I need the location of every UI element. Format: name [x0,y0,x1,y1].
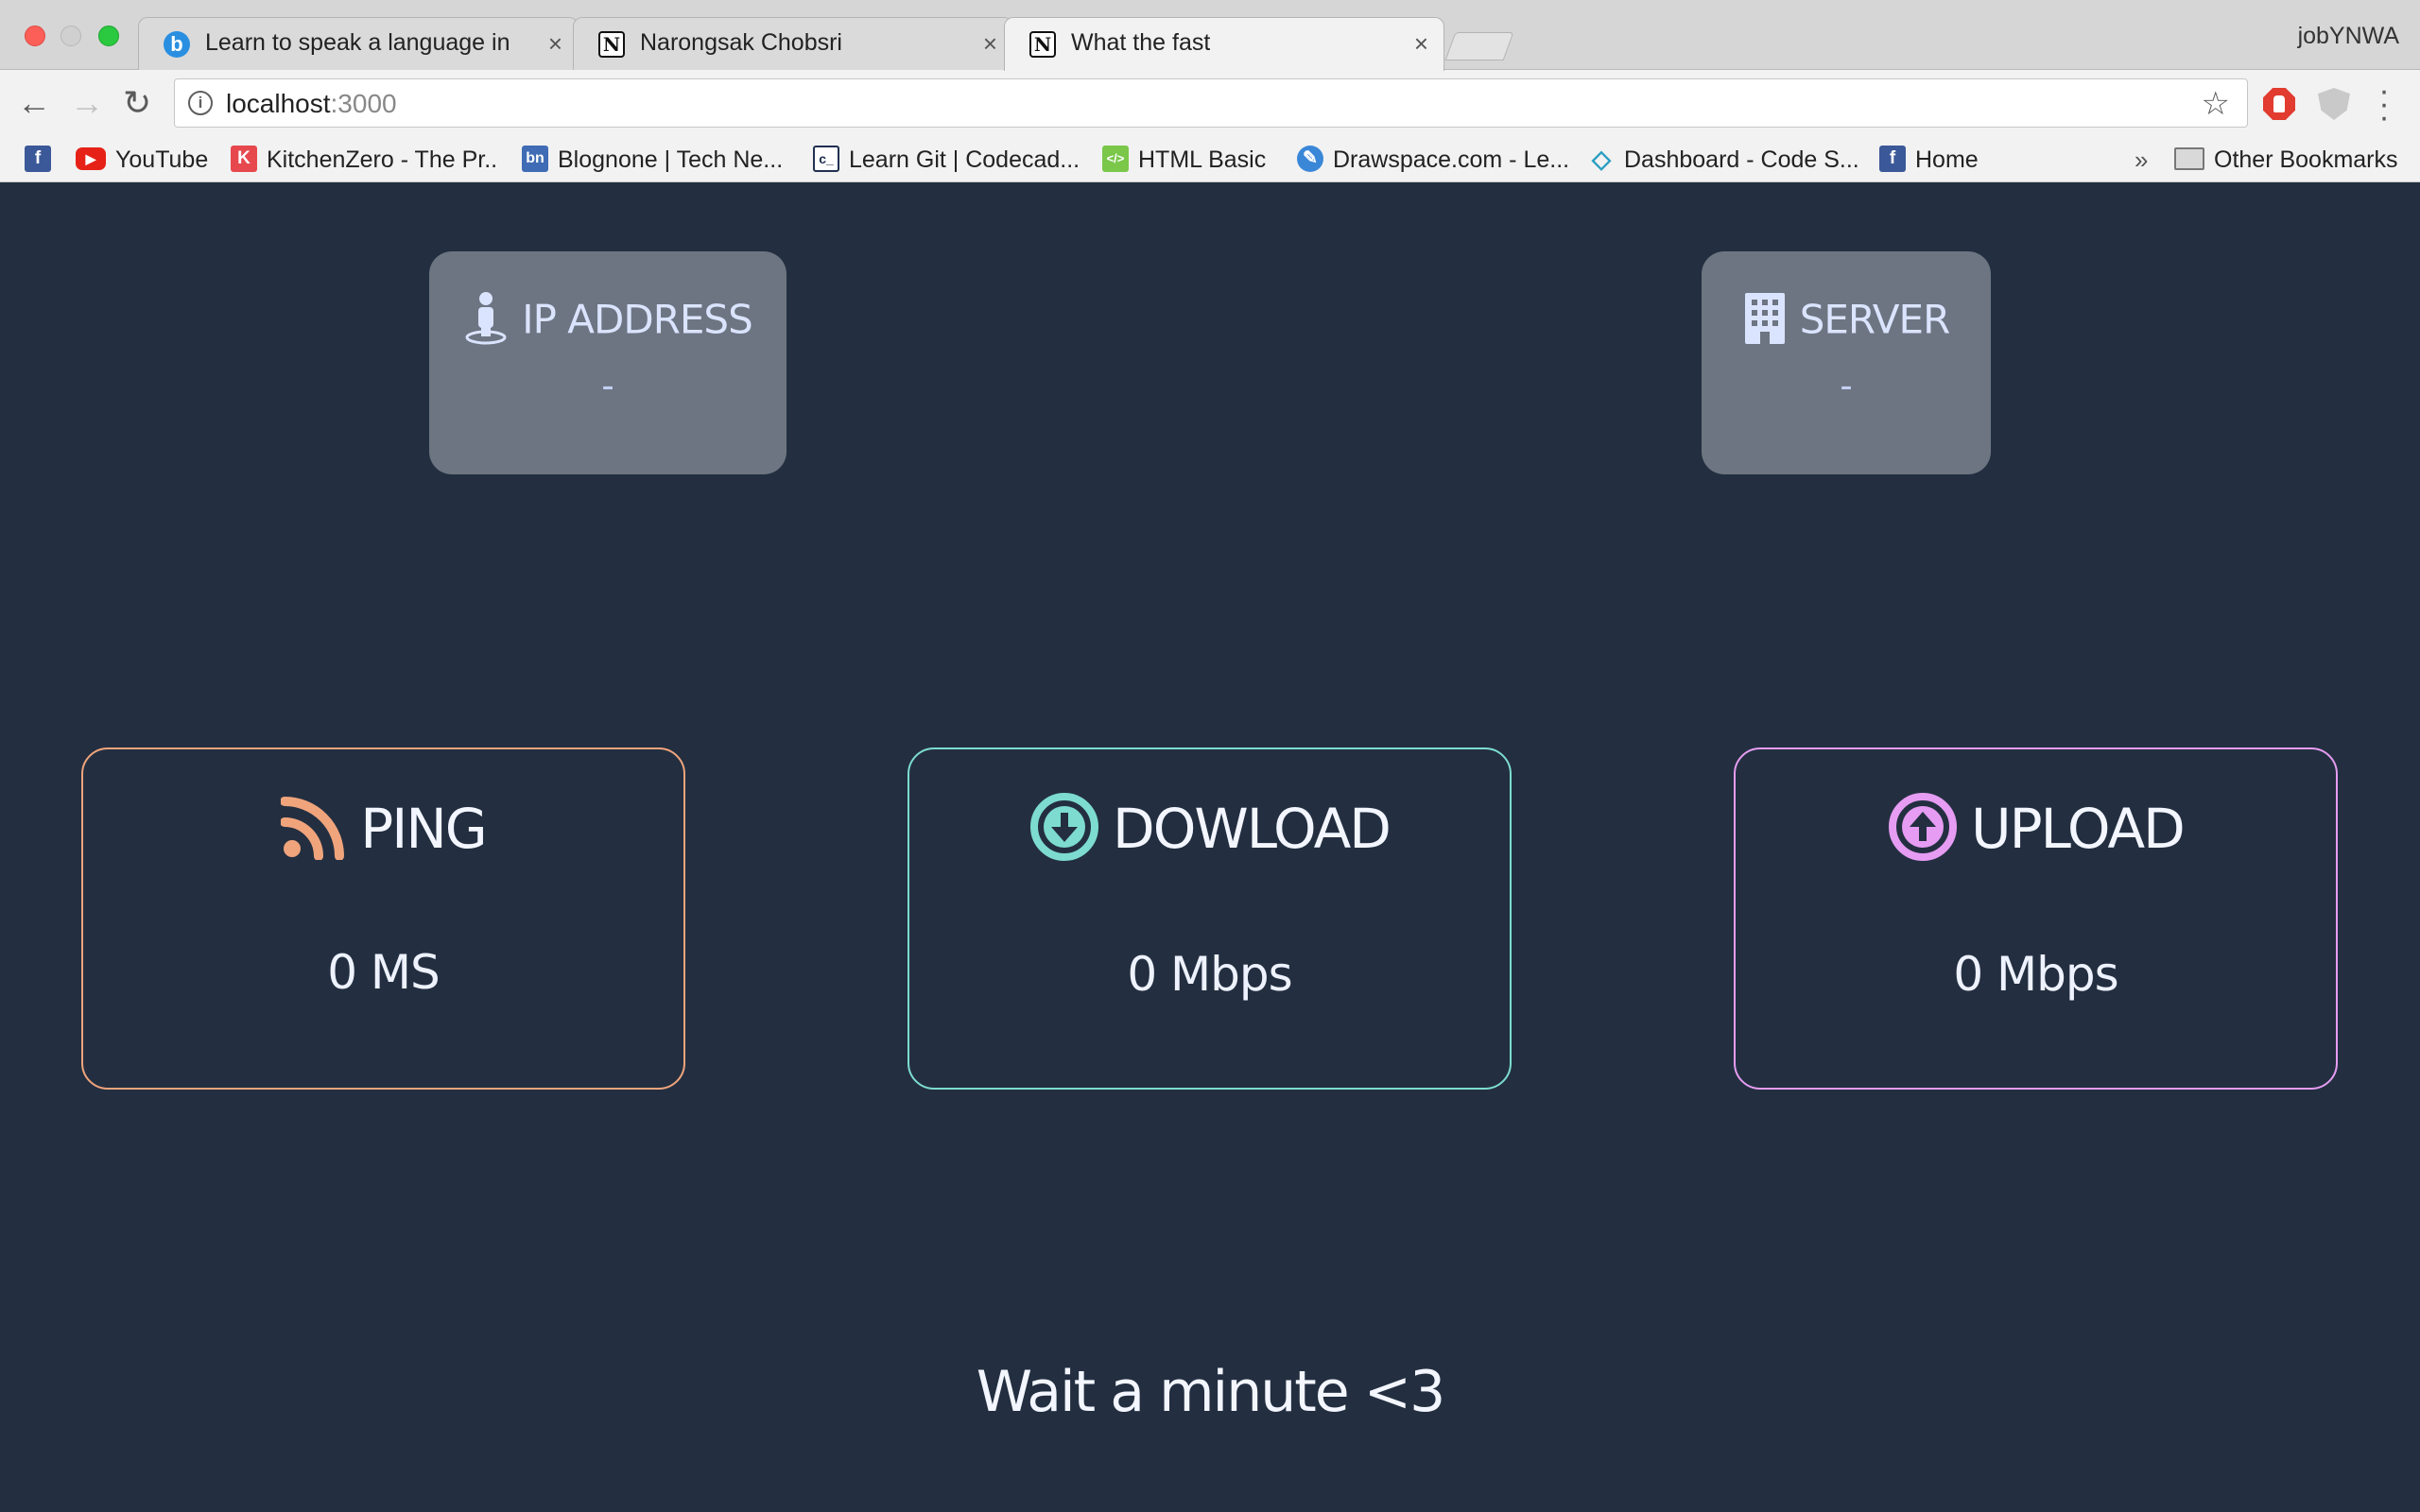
drawspace-icon: ✎ [1297,146,1323,173]
person-pin-icon [465,292,507,345]
minimize-window-button[interactable] [60,26,81,46]
ip-address-heading: IP ADDRESS [429,292,786,350]
facebook-icon: f [25,146,51,173]
bookmark-label: Drawspace.com - Le... [1333,146,1570,173]
bookmark-label: KitchenZero - The Pr.. [267,146,498,173]
tab-title: Learn to speak a language in 10 [205,29,517,56]
shield-extension-icon[interactable] [2318,88,2350,120]
toolbar: ← → ↻ i localhost:3000 ☆ · · · [0,71,2420,137]
url-host: localhost [226,89,331,118]
maximize-window-button[interactable] [98,26,119,46]
bookmark-kitchenzero[interactable]: K KitchenZero - The Pr.. [231,143,497,177]
bookmark-label: Home [1915,146,1979,173]
youtube-icon: ▶ [76,147,106,171]
notion-favicon-icon: N [598,31,625,58]
bookmark-label: Learn Git | Codecad... [849,146,1080,173]
ping-heading: PING [83,796,683,866]
arrow-down-circle-icon [1030,792,1099,861]
upload-label: UPLOAD [1971,797,2186,861]
new-tab-button[interactable] [1444,32,1514,60]
bookmark-other-bookmarks[interactable]: Other Bookmarks [2174,143,2398,177]
close-tab-icon[interactable]: × [548,29,562,58]
bookmark-html-basic[interactable]: </> HTML Basic [1102,143,1266,177]
bbel-favicon-icon: b [164,31,190,58]
bookmark-facebook[interactable]: f [25,143,60,177]
tab-what-the-fast[interactable]: N What the fast × [1004,17,1444,71]
building-icon [1744,293,1785,344]
blognone-icon: bn [522,146,548,173]
close-tab-icon[interactable]: × [1414,29,1428,58]
server-card: SERVER - [1702,251,1991,474]
bookmark-drawspace[interactable]: ✎ Drawspace.com - Le... [1297,143,1569,177]
address-bar[interactable]: i localhost:3000 ☆ [174,78,2248,128]
download-value: 0 Mbps [1127,946,1292,1002]
server-value: - [1840,365,1853,406]
tab-strip: b Learn to speak a language in 10 × N Na… [0,0,2420,71]
address-url: localhost:3000 [226,89,397,119]
bookmark-home[interactable]: f Home [1879,143,1979,177]
close-window-button[interactable] [25,26,45,46]
bookmark-star-icon[interactable]: ☆ [2202,85,2230,123]
download-card: DOWLOAD 0 Mbps [908,747,1512,1090]
ping-value: 0 MS [327,944,441,1000]
forward-arrow-icon[interactable]: → [70,84,104,122]
bookmark-youtube[interactable]: ▶ YouTube [76,143,208,177]
bookmark-label: Blognone | Tech Ne... [558,146,784,173]
upload-heading: UPLOAD [1736,792,2336,868]
wait-message: Wait a minute <3 [976,1359,1446,1425]
download-label: DOWLOAD [1113,797,1392,861]
close-tab-icon[interactable]: × [983,29,997,58]
browser-menu-icon[interactable]: · · · [2375,75,2394,133]
speedtest-page: IP ADDRESS - SERVER - PING 0 MS DOWLOAD … [0,182,2420,1512]
bookmark-codecademy[interactable]: c_ Learn Git | Codecad... [813,143,1080,177]
server-heading: SERVER [1702,293,1991,350]
folder-icon [2174,147,2204,171]
bookmark-label: Dashboard - Code S... [1624,146,1859,173]
notion-favicon-icon: N [1029,31,1056,58]
rss-icon [280,796,345,861]
ping-card: PING 0 MS [81,747,685,1090]
tab-narongsak[interactable]: N Narongsak Chobsri × [573,17,1013,70]
reload-icon[interactable]: ↻ [123,84,151,122]
kitchenzero-icon: K [231,146,257,173]
download-heading: DOWLOAD [909,792,1510,868]
codeschool-icon: ◇ [1592,145,1611,174]
tab-title: Narongsak Chobsri [640,29,842,56]
ping-label: PING [360,797,487,861]
bookmark-blognone[interactable]: bn Blognone | Tech Ne... [522,143,783,177]
more-bookmarks-chevron-icon[interactable]: » [2135,143,2148,177]
tab-learn-language[interactable]: b Learn to speak a language in 10 × [138,17,579,70]
site-info-icon[interactable]: i [188,91,213,115]
back-arrow-icon[interactable]: ← [17,84,51,122]
codecademy-icon: c_ [813,146,839,173]
tab-title: What the fast [1071,29,1211,56]
url-port: :3000 [330,89,397,118]
arrow-up-circle-icon [1889,792,1958,861]
bookmark-codeschool[interactable]: ◇ Dashboard - Code S... [1588,143,1859,177]
upload-card: UPLOAD 0 Mbps [1734,747,2338,1090]
ip-address-value: - [601,365,614,406]
upload-value: 0 Mbps [1953,946,2118,1002]
facebook-icon: f [1879,146,1906,173]
bookmark-label: YouTube [115,146,209,173]
profile-name[interactable]: jobYNWA [2298,23,2399,50]
bookmark-label: HTML Basic [1138,146,1267,173]
ip-address-label: IP ADDRESS [522,296,753,343]
bookmark-label: Other Bookmarks [2214,146,2398,173]
html-basic-icon: </> [1102,146,1129,173]
browser-chrome: b Learn to speak a language in 10 × N Na… [0,0,2420,182]
bookmarks-bar: f ▶ YouTube K KitchenZero - The Pr.. bn Blo… [0,137,2420,182]
server-label: SERVER [1799,296,1951,343]
ip-address-card: IP ADDRESS - [429,251,786,474]
adblock-extension-icon[interactable] [2263,88,2295,120]
